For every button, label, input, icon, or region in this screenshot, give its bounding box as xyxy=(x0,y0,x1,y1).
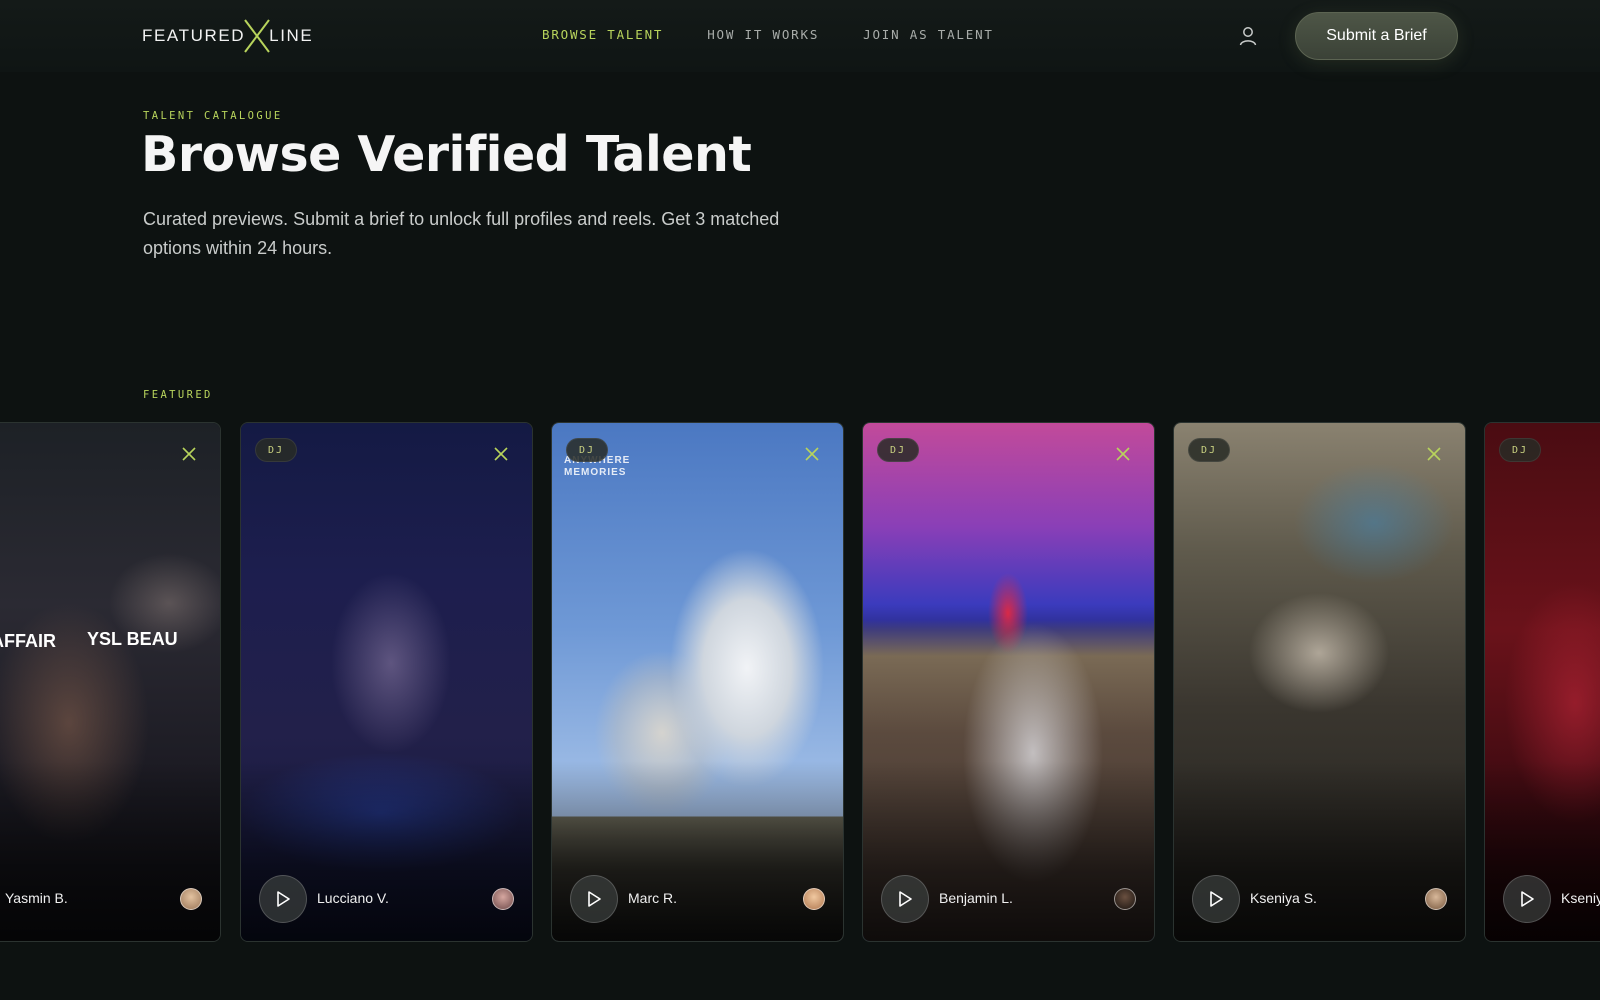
avatar xyxy=(180,888,202,910)
avatar xyxy=(1425,888,1447,910)
featured-x-icon xyxy=(1116,447,1130,461)
talent-card[interactable]: ANYWHERE MEMORIES DJ Marc R. xyxy=(551,422,844,942)
user-icon xyxy=(1239,27,1257,46)
avatar xyxy=(492,888,514,910)
featured-eyebrow: FEATURED xyxy=(143,389,213,401)
talent-name: Yasmin B. xyxy=(5,890,68,906)
talent-card[interactable]: DJ Lucciano V. xyxy=(240,422,533,942)
talent-card[interactable]: AFFAIR YSL BEAU Yasmin B. xyxy=(0,422,221,942)
page-subtitle: Curated previews. Submit a brief to unlo… xyxy=(143,209,780,258)
play-button[interactable] xyxy=(259,875,307,923)
category-badge: DJ xyxy=(255,438,298,462)
brand-logo-right: LINE xyxy=(269,26,314,45)
site-header: FEATURED LINE BROWSE TALENT HOW IT WORKS… xyxy=(0,0,1600,72)
featured-x-icon xyxy=(494,447,508,461)
nav-browse-talent[interactable]: BROWSE TALENT xyxy=(542,27,663,42)
category-badge: DJ xyxy=(1188,438,1231,462)
featured-x-icon xyxy=(182,447,196,461)
page-title: Browse Verified Talent xyxy=(141,126,752,183)
talent-card[interactable]: DJ Kseniya S. xyxy=(1173,422,1466,942)
category-badge: DJ xyxy=(566,438,609,462)
main-nav: BROWSE TALENT HOW IT WORKS JOIN AS TALEN… xyxy=(542,27,994,42)
talent-name: Marc R. xyxy=(628,890,677,906)
talent-name: Lucciano V. xyxy=(317,890,389,906)
featured-x-icon xyxy=(805,447,819,461)
scene-text: MEMORIES xyxy=(564,467,627,478)
brand-logo-left: FEATURED xyxy=(142,26,246,45)
category-badge: DJ xyxy=(877,438,920,462)
brand-logo[interactable]: FEATURED LINE xyxy=(142,18,313,54)
play-icon xyxy=(588,891,601,907)
talent-name: Benjamin L. xyxy=(939,890,1013,906)
talent-card[interactable]: DJ Kseniya xyxy=(1484,422,1600,942)
play-button[interactable] xyxy=(1503,875,1551,923)
featured-carousel[interactable]: AFFAIR YSL BEAU Yasmin B. DJ Lucciano V.… xyxy=(0,422,1600,942)
category-badge: DJ xyxy=(1499,438,1542,462)
talent-name: Kseniya xyxy=(1561,890,1600,906)
play-icon xyxy=(1521,891,1534,907)
submit-brief-button[interactable]: Submit a Brief xyxy=(1295,12,1458,60)
hero-eyebrow: TALENT CATALOGUE xyxy=(143,110,283,122)
featured-x-icon xyxy=(1427,447,1441,461)
play-icon xyxy=(277,891,290,907)
play-button[interactable] xyxy=(1192,875,1240,923)
play-icon xyxy=(1210,891,1223,907)
avatar xyxy=(803,888,825,910)
play-button[interactable] xyxy=(570,875,618,923)
play-icon xyxy=(899,891,912,907)
talent-card[interactable]: DJ Benjamin L. xyxy=(862,422,1155,942)
play-button[interactable] xyxy=(881,875,929,923)
talent-name: Kseniya S. xyxy=(1250,890,1317,906)
scene-text: YSL BEAU xyxy=(87,629,178,649)
scene-text: AFFAIR xyxy=(0,631,56,651)
nav-join-as-talent[interactable]: JOIN AS TALENT xyxy=(863,27,994,42)
avatar xyxy=(1114,888,1136,910)
nav-how-it-works[interactable]: HOW IT WORKS xyxy=(707,27,819,42)
account-button[interactable] xyxy=(1234,22,1262,50)
